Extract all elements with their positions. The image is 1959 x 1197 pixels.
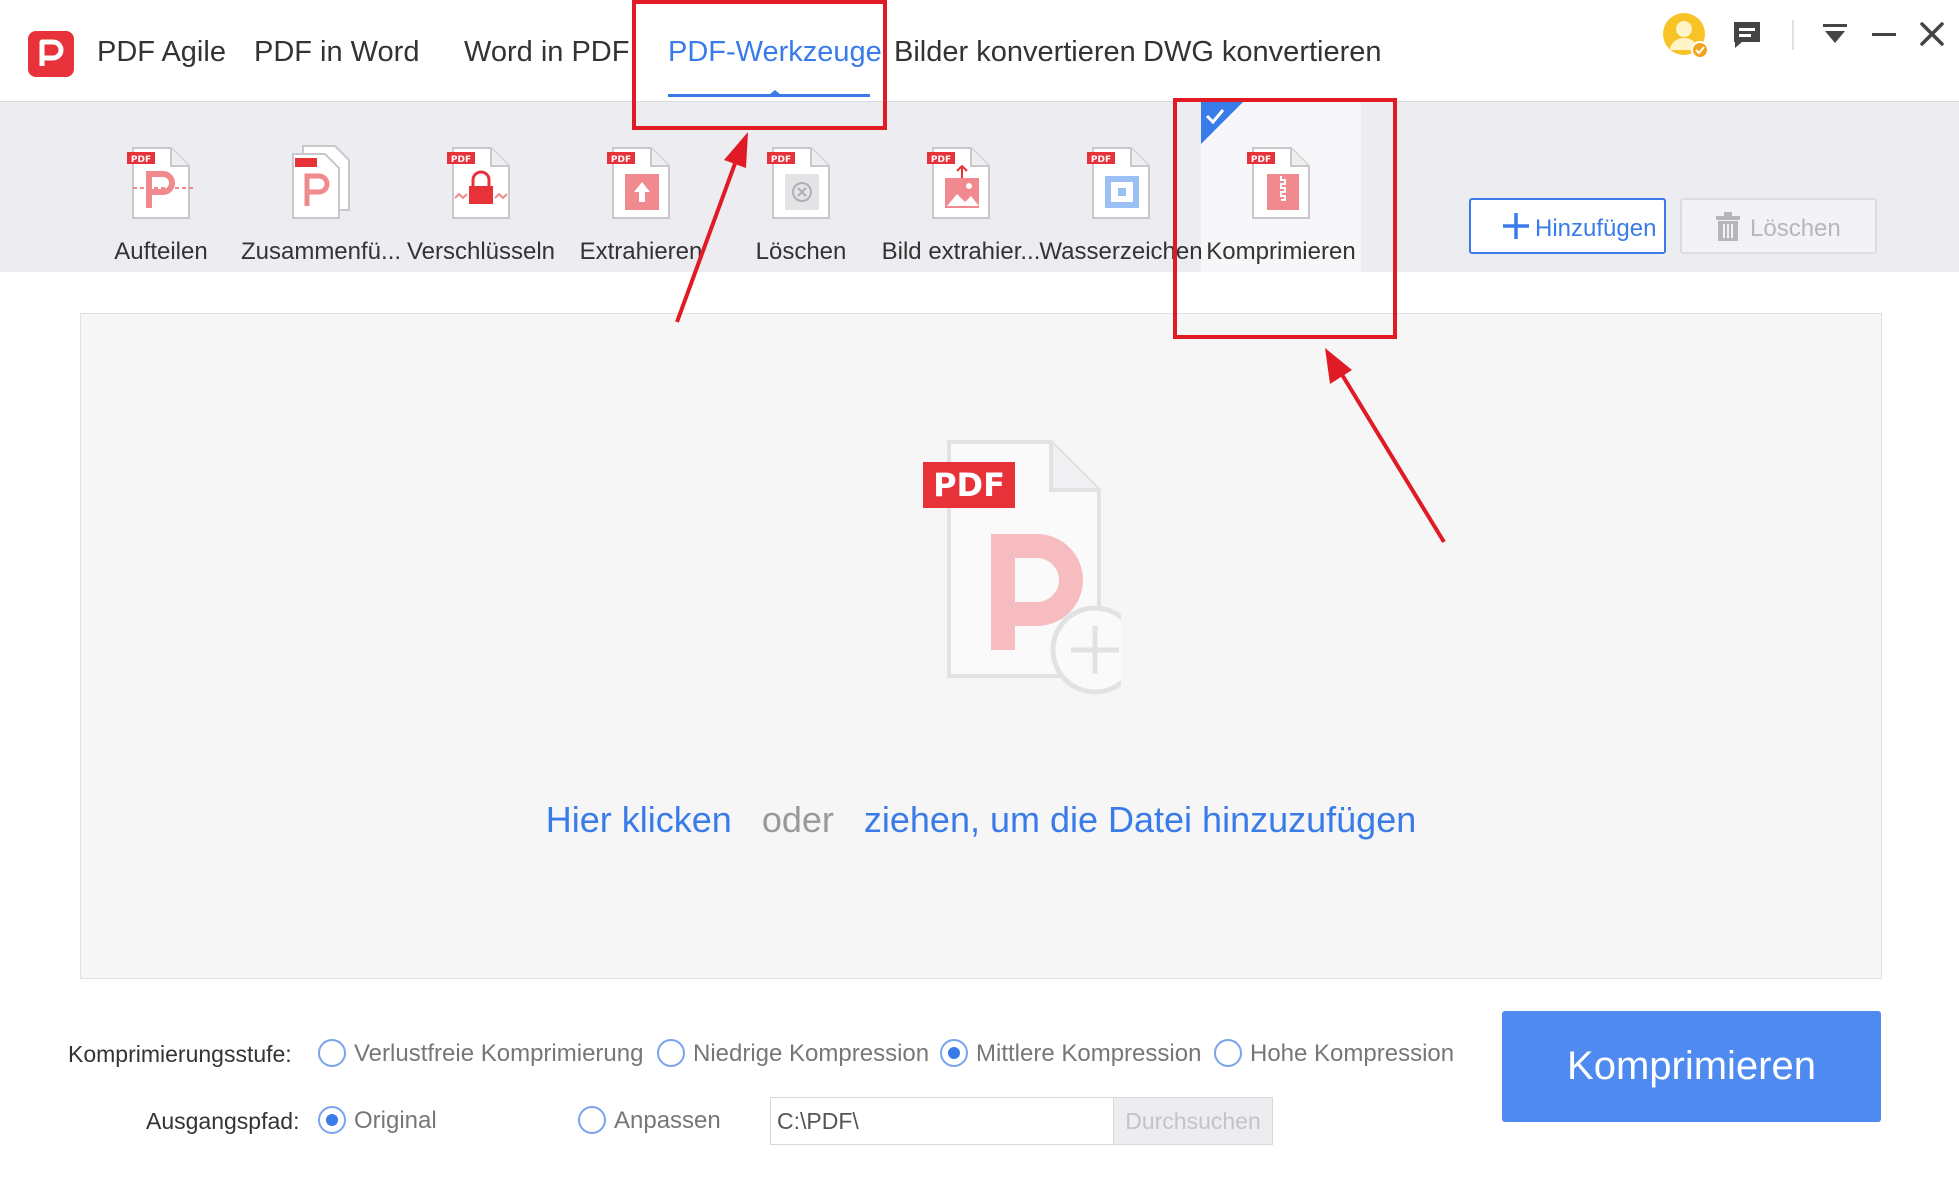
- encrypt-pdf-icon: PDF: [447, 147, 510, 219]
- feedback-icon[interactable]: [1730, 18, 1764, 57]
- svg-text:PDF: PDF: [931, 155, 951, 165]
- output-path-label: Ausgangspfad:: [146, 1108, 300, 1134]
- svg-text:PDF: PDF: [771, 155, 791, 165]
- tab-dwg-konvertieren[interactable]: DWG konvertieren: [1143, 36, 1382, 69]
- tool-aufteilen[interactable]: PDF Aufteilen: [81, 102, 241, 272]
- tool-extrahieren[interactable]: PDF Extrahieren: [561, 102, 721, 272]
- radio-output-custom-label[interactable]: Anpassen: [614, 1107, 721, 1135]
- radio-high-compression-label[interactable]: Hohe Kompression: [1250, 1040, 1454, 1068]
- plus-icon: [1503, 213, 1529, 239]
- radio-output-original-label[interactable]: Original: [354, 1107, 437, 1135]
- extract-pages-icon: PDF: [607, 147, 670, 219]
- delete-file-button[interactable]: Löschen: [1680, 198, 1877, 254]
- add-file-button[interactable]: Hinzufügen: [1469, 198, 1666, 254]
- close-icon[interactable]: [1918, 20, 1946, 53]
- title-bar: PDF Agile PDF in Word Word in PDF PDF-We…: [0, 0, 1959, 102]
- trash-icon: [1716, 212, 1740, 241]
- tool-komprimieren[interactable]: PDF Komprimieren: [1201, 102, 1361, 272]
- avatar-icon[interactable]: [1660, 12, 1710, 67]
- tab-pdf-agile[interactable]: PDF Agile: [97, 36, 226, 69]
- radio-low-compression[interactable]: [657, 1039, 685, 1067]
- dropzone-instruction: Hier klicken oder ziehen, um die Datei hin…: [81, 799, 1881, 841]
- radio-lossless-label[interactable]: Verlustfreie Komprimierung: [354, 1040, 643, 1068]
- pdf-badge-text: PDF: [933, 466, 1005, 504]
- compression-level-label: Komprimierungsstufe:: [68, 1041, 292, 1067]
- split-pdf-icon: PDF: [127, 147, 193, 219]
- delete-file-label: Löschen: [1750, 215, 1841, 242]
- compress-button[interactable]: Komprimieren: [1502, 1011, 1881, 1122]
- selected-check-icon: [1201, 102, 1243, 144]
- output-path-input[interactable]: [770, 1097, 1113, 1145]
- divider: [1792, 20, 1794, 50]
- tool-loeschen[interactable]: PDF Löschen: [721, 102, 881, 272]
- svg-text:PDF: PDF: [611, 155, 631, 165]
- svg-text:PDF: PDF: [451, 155, 471, 165]
- extract-image-icon: PDF: [927, 147, 990, 219]
- tool-zusammenfuehren[interactable]: Zusammenfü...: [241, 102, 401, 272]
- radio-output-custom[interactable]: [578, 1106, 606, 1134]
- tool-label: Komprimieren: [1206, 238, 1356, 265]
- svg-text:PDF: PDF: [1251, 155, 1271, 165]
- tab-bilder-konvertieren[interactable]: Bilder konvertieren: [894, 36, 1136, 69]
- radio-lossless[interactable]: [318, 1039, 346, 1067]
- delete-pages-icon: PDF: [767, 147, 830, 219]
- pdf-agile-logo-icon: [28, 31, 74, 77]
- active-tab-caret: [769, 90, 781, 95]
- pdf-add-file-icon: PDF: [923, 440, 1121, 695]
- tab-word-in-pdf[interactable]: Word in PDF: [464, 36, 629, 69]
- radio-low-compression-label[interactable]: Niedrige Kompression: [693, 1040, 929, 1068]
- radio-high-compression[interactable]: [1214, 1039, 1242, 1067]
- tool-verschluesseln[interactable]: PDF Verschlüsseln: [401, 102, 561, 272]
- minimize-icon[interactable]: [1870, 22, 1898, 51]
- or-text: oder: [761, 799, 834, 840]
- tab-pdf-werkzeuge[interactable]: PDF-Werkzeuge: [668, 36, 882, 69]
- click-to-add-link[interactable]: Hier klicken: [546, 799, 732, 840]
- radio-output-original[interactable]: [318, 1106, 346, 1134]
- dropdown-menu-icon[interactable]: [1820, 22, 1850, 51]
- tool-bild-extrahieren[interactable]: PDF Bild extrahier...: [881, 102, 1041, 272]
- tab-pdf-in-word[interactable]: PDF in Word: [254, 36, 419, 69]
- watermark-icon: PDF: [1087, 147, 1150, 219]
- tool-wasserzeichen[interactable]: PDF Wasserzeichen: [1039, 102, 1203, 272]
- compress-pdf-icon: PDF: [1247, 147, 1310, 219]
- file-drop-zone[interactable]: PDF Hier klicken oder ziehen, um die Datei…: [80, 313, 1882, 979]
- svg-text:PDF: PDF: [131, 155, 151, 165]
- browse-button[interactable]: Durchsuchen: [1113, 1097, 1273, 1145]
- radio-medium-compression[interactable]: [940, 1039, 968, 1067]
- add-file-label: Hinzufügen: [1535, 215, 1657, 242]
- radio-medium-compression-label[interactable]: Mittlere Kompression: [976, 1040, 1201, 1068]
- drag-to-add-text: ziehen, um die Datei hinzuzufügen: [863, 799, 1417, 840]
- merge-pdf-icon: [292, 145, 350, 219]
- svg-text:PDF: PDF: [1091, 155, 1111, 165]
